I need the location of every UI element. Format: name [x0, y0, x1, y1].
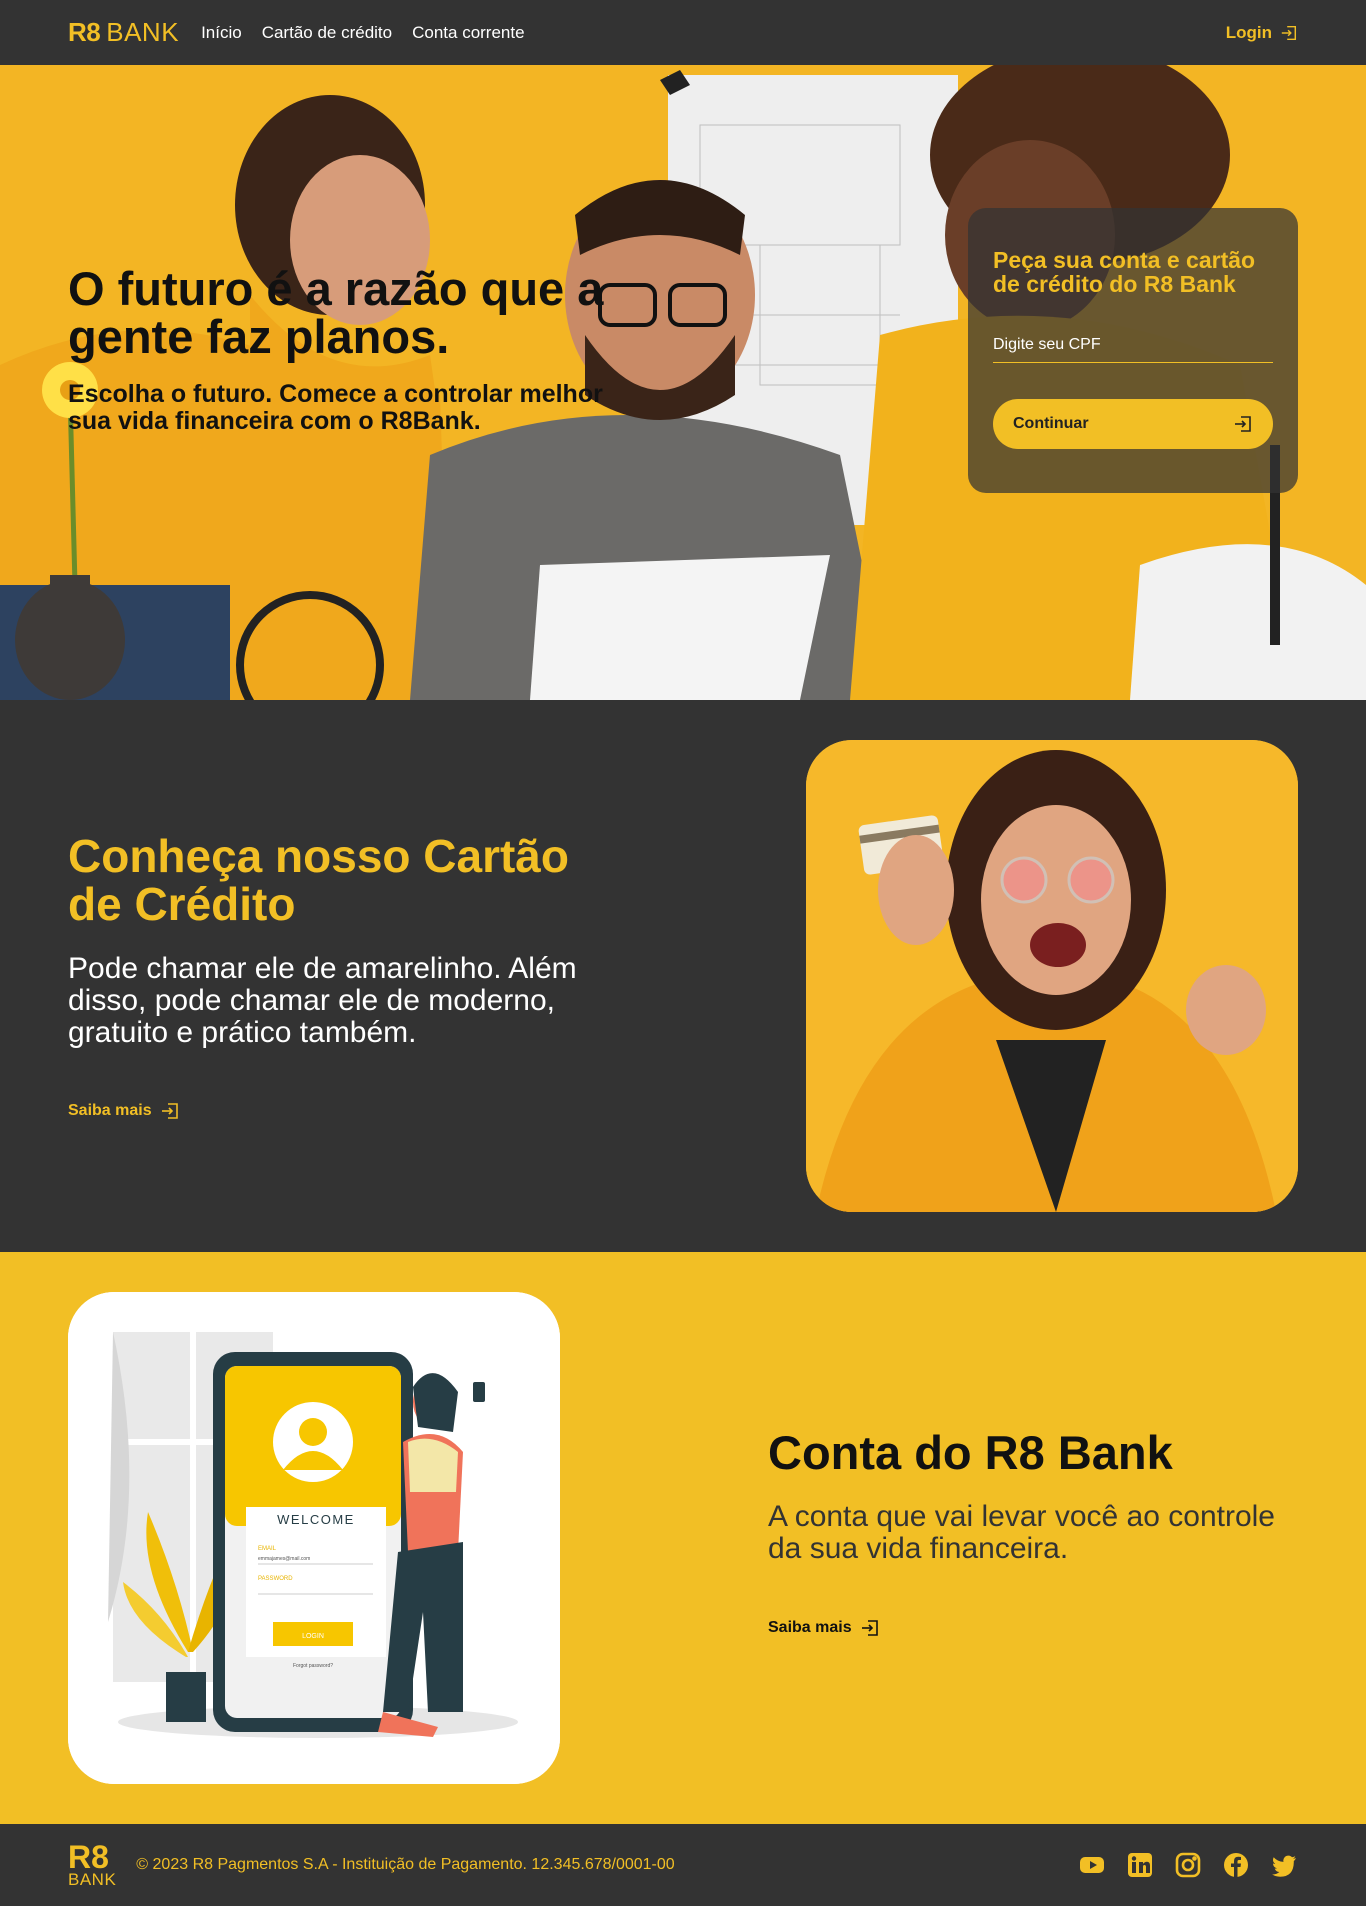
account-section: WELCOME EMAIL emmajames@mail.com PASSWOR…: [0, 1252, 1366, 1824]
login-link[interactable]: Login: [1226, 23, 1298, 43]
signup-form: Peça sua conta e cartão de crédito do R8…: [968, 208, 1298, 493]
hero-section: O futuro é a razão que a gente faz plano…: [0, 65, 1366, 700]
navbar: R8 BANK Início Cartão de crédito Conta c…: [0, 0, 1366, 65]
learn-more-label: Saiba mais: [768, 1618, 852, 1636]
logo-bank: BANK: [106, 17, 180, 47]
credit-card-title: Conheça nosso Cartão de Crédito: [68, 830, 569, 931]
illustration-login-button: LOGIN: [302, 1633, 324, 1640]
facebook-icon[interactable]: [1222, 1851, 1250, 1879]
twitter-icon[interactable]: [1270, 1851, 1298, 1879]
illustration-email-value: emmajames@mail.com: [258, 1556, 310, 1562]
account-title: Conta do R8 Bank: [768, 1426, 1173, 1479]
copyright-text: © 2023 R8 Pagmentos S.A - Instituição de…: [136, 1856, 675, 1873]
login-icon: [861, 1619, 878, 1636]
hero-subtitle: Escolha o futuro. Comece a controlar mel…: [68, 379, 603, 435]
illustration-password-label: PASSWORD: [258, 1576, 293, 1582]
logo[interactable]: R8 BANK: [68, 17, 179, 48]
login-icon: [1235, 416, 1251, 433]
cpf-field-wrapper: [993, 336, 1273, 364]
account-description: A conta que vai levar você ao controle d…: [768, 1500, 1275, 1566]
account-illustration: WELCOME EMAIL emmajames@mail.com PASSWOR…: [68, 1292, 560, 1784]
login-label: Login: [1225, 22, 1272, 42]
nav-links: Início Cartão de crédito Conta corrente: [201, 23, 525, 43]
continue-label: Continuar: [1013, 415, 1089, 433]
login-icon: [161, 1103, 178, 1119]
youtube-icon[interactable]: [1078, 1851, 1106, 1879]
footer-logo-r8: R8: [68, 1838, 109, 1875]
credit-card-photo: [806, 740, 1298, 1212]
logo-r8: R8: [68, 17, 101, 47]
nav-link-conta[interactable]: Conta corrente: [412, 23, 524, 43]
hero-title: O futuro é a razão que a gente faz plano…: [68, 262, 604, 363]
linkedin-icon[interactable]: [1126, 1851, 1154, 1879]
cpf-input[interactable]: [993, 336, 1273, 355]
footer-logo[interactable]: R8 BANK: [68, 1838, 117, 1889]
credit-card-description: Pode chamar ele de amarelinho. Além diss…: [68, 951, 577, 1049]
account-learn-more-link[interactable]: Saiba mais: [768, 1618, 880, 1638]
footer-logo-bank: BANK: [68, 1869, 117, 1889]
credit-card-learn-more-link[interactable]: Saiba mais: [68, 1101, 180, 1121]
illustration-email-label: EMAIL: [258, 1546, 277, 1552]
login-icon: [1281, 25, 1297, 40]
illustration-welcome: WELCOME: [277, 1512, 355, 1527]
continue-button[interactable]: Continuar: [993, 399, 1273, 450]
credit-card-section: Conheça nosso Cartão de Crédito Pode cha…: [0, 700, 1366, 1252]
nav-link-inicio[interactable]: Início: [201, 23, 242, 43]
nav-link-cartao[interactable]: Cartão de crédito: [262, 23, 392, 43]
illustration-forgot: Forgot password?: [293, 1663, 333, 1669]
instagram-icon[interactable]: [1174, 1851, 1202, 1879]
learn-more-label: Saiba mais: [68, 1101, 152, 1119]
social-links: [1078, 1851, 1298, 1879]
hero-text: O futuro é a razão que a gente faz plano…: [68, 265, 628, 434]
footer: R8 BANK © 2023 R8 Pagmentos S.A - Instit…: [0, 1824, 1366, 1906]
signup-title: Peça sua conta e cartão de crédito do R8…: [993, 247, 1256, 298]
credit-card-text: Conheça nosso Cartão de Crédito Pode cha…: [68, 832, 628, 1121]
account-text: Conta do R8 Bank A conta que vai levar v…: [768, 1428, 1288, 1638]
